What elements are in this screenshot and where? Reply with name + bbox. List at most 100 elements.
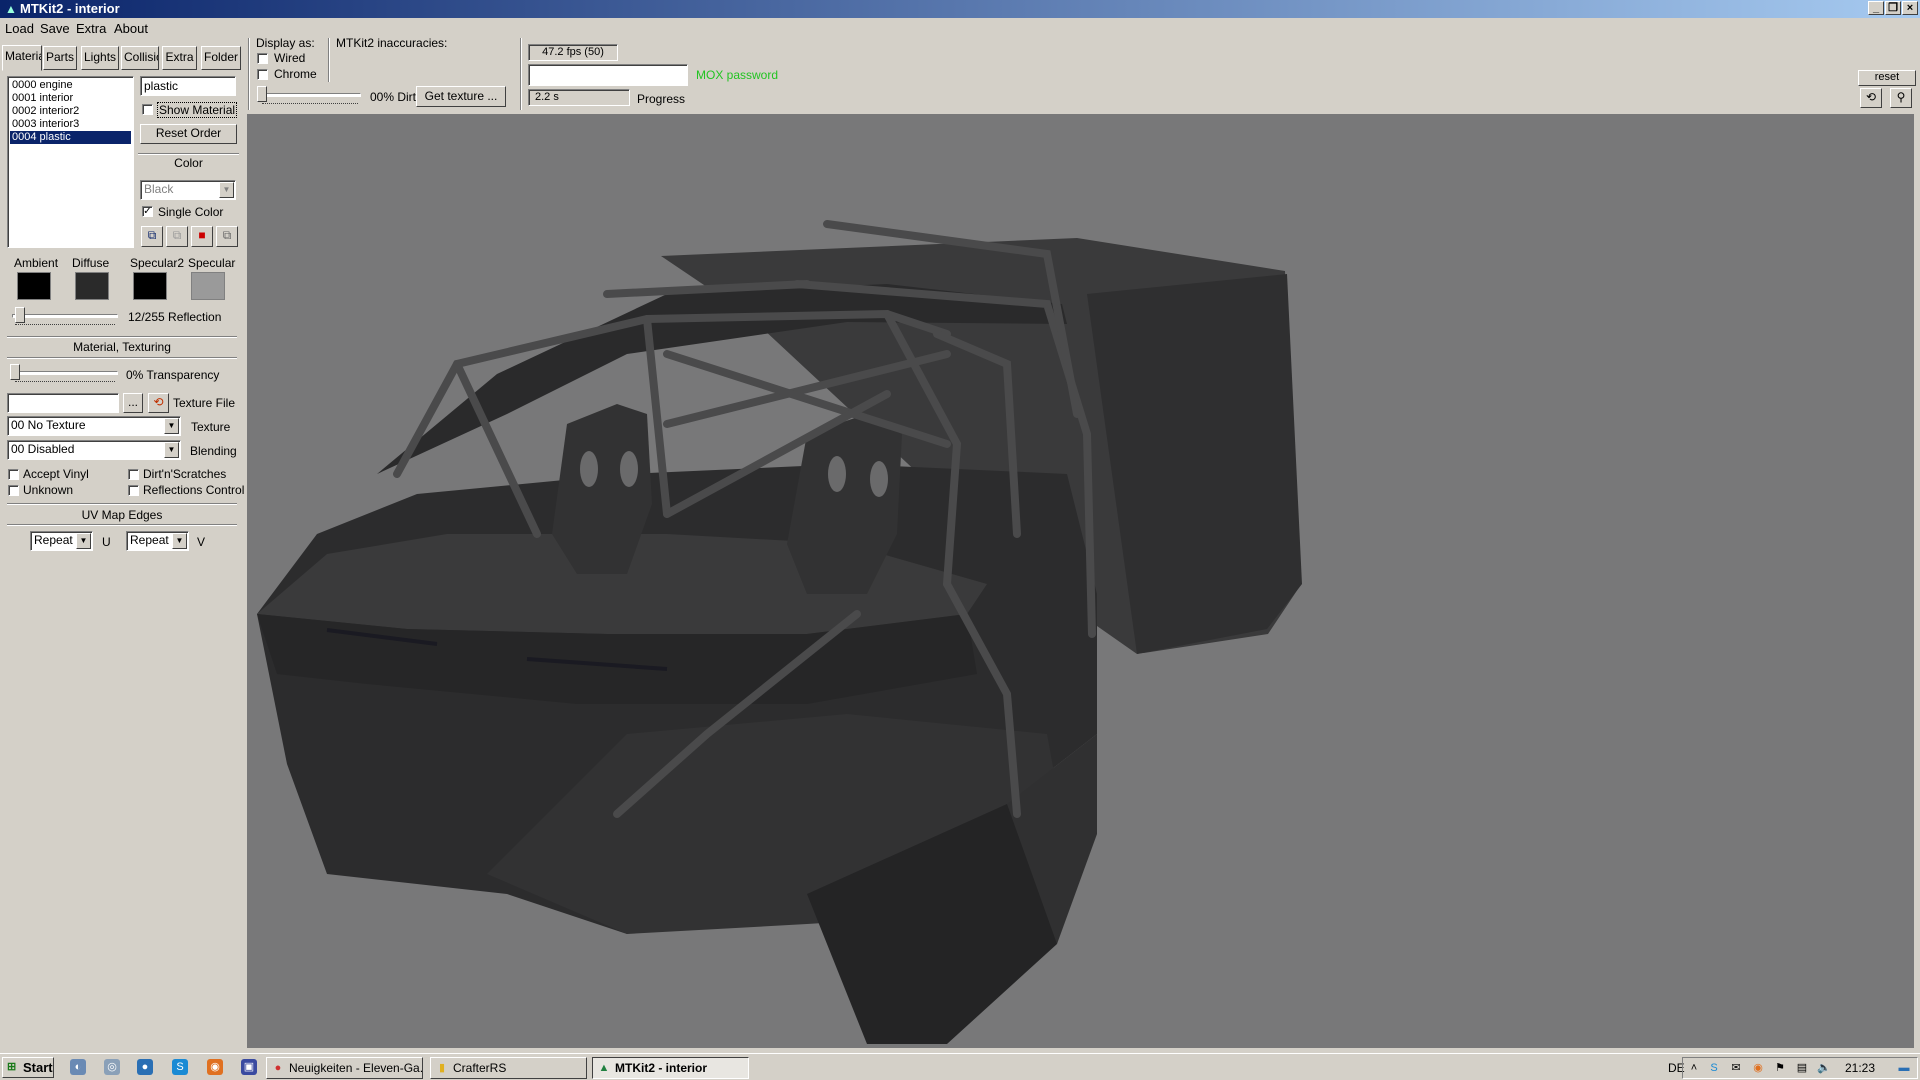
- texture-file-input[interactable]: [7, 393, 119, 413]
- show-desktop-tray-icon[interactable]: ▬: [1897, 1061, 1911, 1075]
- chevron-down-icon[interactable]: ▼: [172, 533, 187, 549]
- reset-order-button[interactable]: Reset Order: [140, 124, 237, 144]
- mox-password-label: MOX password: [696, 68, 779, 82]
- tab-folder[interactable]: Folder: [201, 46, 241, 70]
- task-mtkit[interactable]: ▲ MTKit2 - interior: [592, 1057, 749, 1079]
- show-desktop-icon[interactable]: ◐: [70, 1059, 86, 1075]
- accept-vinyl-checkbox[interactable]: [8, 469, 19, 480]
- copy-color-button[interactable]: ⧉: [141, 226, 163, 247]
- slider-track: [12, 314, 118, 318]
- tab-parts[interactable]: Parts: [43, 46, 77, 70]
- mox-password-input[interactable]: [528, 64, 688, 86]
- 3d-viewport[interactable]: [247, 114, 1914, 1048]
- blending-label: Blending: [190, 444, 237, 458]
- firefox-icon[interactable]: ◉: [1751, 1061, 1765, 1075]
- skype-tray-icon[interactable]: S: [1707, 1061, 1721, 1075]
- blending-select[interactable]: 00 Disabled ▼: [7, 440, 181, 460]
- explorer-icon[interactable]: ◎: [104, 1059, 120, 1075]
- reflections-control-checkbox[interactable]: [128, 485, 139, 496]
- refresh-icon: ⟲: [153, 395, 164, 409]
- task-folder[interactable]: ▮ CrafterRS: [430, 1057, 587, 1079]
- slider-thumb[interactable]: [10, 364, 20, 380]
- start-button[interactable]: ⊞ Start: [2, 1057, 54, 1078]
- clock[interactable]: 21:23: [1845, 1061, 1875, 1075]
- divider: [328, 38, 330, 82]
- media-player-icon[interactable]: ◉: [207, 1059, 223, 1075]
- slider-thumb[interactable]: [257, 86, 267, 102]
- chevron-down-icon[interactable]: ▼: [164, 442, 179, 458]
- close-button[interactable]: ×: [1902, 1, 1918, 15]
- texture-select[interactable]: 00 No Texture ▼: [7, 416, 181, 436]
- uv-v-select[interactable]: Repeat ▼: [126, 531, 189, 551]
- wired-checkbox[interactable]: [257, 53, 268, 64]
- task-browser[interactable]: ● Neuigkeiten - Eleven-Ga...: [266, 1057, 423, 1079]
- car-interior-model: [257, 220, 1302, 1044]
- slider-thumb[interactable]: [15, 307, 25, 323]
- single-color-checkbox[interactable]: ✓: [142, 206, 153, 217]
- list-item[interactable]: 0000 engine: [10, 79, 131, 92]
- tab-materials[interactable]: Materia: [2, 45, 42, 71]
- chrome-checkbox[interactable]: [257, 69, 268, 80]
- color-palette-button[interactable]: ■: [191, 226, 213, 247]
- title-bar[interactable]: ▲ MTKit2 - interior _ ❐ ×: [0, 0, 1920, 18]
- tab-collision[interactable]: Collisio: [121, 46, 159, 70]
- specular2-swatch[interactable]: [133, 272, 167, 300]
- dirt-scratches-checkbox[interactable]: [128, 469, 139, 480]
- chrome-icon: ●: [274, 1062, 282, 1074]
- chevron-down-icon[interactable]: ▼: [219, 182, 234, 198]
- menu-load[interactable]: Load: [5, 21, 34, 36]
- app-shortcut-icon[interactable]: ▣: [241, 1059, 257, 1075]
- list-item-selected[interactable]: 0004 plastic: [10, 131, 131, 144]
- diffuse-swatch[interactable]: [75, 272, 109, 300]
- duplicate-button[interactable]: ⧉: [216, 226, 238, 247]
- list-item[interactable]: 0003 interior3: [10, 118, 131, 131]
- chevron-down-icon[interactable]: ▼: [76, 533, 91, 549]
- dirt-slider[interactable]: [257, 86, 363, 106]
- tab-extra[interactable]: Extra: [162, 46, 197, 70]
- minimize-button[interactable]: _: [1868, 1, 1884, 15]
- material-name-input[interactable]: plastic: [140, 76, 236, 96]
- progress-label: Progress: [637, 92, 686, 106]
- menu-about[interactable]: About: [114, 21, 148, 36]
- refresh-texture-button[interactable]: ⟲: [148, 393, 169, 413]
- slider-ticks: [15, 324, 115, 327]
- show-material-checkbox[interactable]: [142, 104, 153, 115]
- start-label: Start: [23, 1060, 53, 1075]
- paste-color-button[interactable]: ⧉: [166, 226, 188, 247]
- reflection-slider[interactable]: [10, 307, 120, 327]
- specular-swatch[interactable]: [191, 272, 225, 300]
- wired-label: Wired: [274, 51, 306, 65]
- flag-icon[interactable]: ⚑: [1773, 1061, 1787, 1075]
- steam-icon[interactable]: ●: [137, 1059, 153, 1075]
- uv-u-value: Repeat: [34, 533, 73, 547]
- list-item[interactable]: 0001 interior: [10, 92, 131, 105]
- get-texture-button[interactable]: Get texture ...: [416, 86, 506, 107]
- mail-icon[interactable]: ✉: [1729, 1061, 1743, 1075]
- volume-icon[interactable]: 🔈: [1817, 1061, 1831, 1075]
- unknown-checkbox[interactable]: [8, 485, 19, 496]
- list-item[interactable]: 0002 interior2: [10, 105, 131, 118]
- rotate-view-button[interactable]: ⟲: [1860, 88, 1882, 108]
- time-display: 2.2 s: [528, 89, 630, 106]
- windows-logo-icon: ⊞: [7, 1061, 17, 1073]
- tab-lights[interactable]: Lights: [81, 46, 119, 70]
- zoom-button[interactable]: ⚲: [1890, 88, 1912, 108]
- browse-button[interactable]: ...: [123, 393, 143, 413]
- skype-icon[interactable]: S: [172, 1059, 188, 1075]
- ambient-swatch[interactable]: [17, 272, 51, 300]
- color-select[interactable]: Black ▼: [140, 180, 236, 200]
- chrome-label: Chrome: [274, 67, 317, 81]
- divider: [248, 38, 250, 110]
- system-tray: ˄ S ✉ ◉ ⚑ ▤ 🔈 21:23 ▬: [1682, 1057, 1918, 1079]
- chevron-up-icon[interactable]: ˄: [1687, 1061, 1701, 1075]
- material-list[interactable]: 0000 engine 0001 interior 0002 interior2…: [7, 76, 134, 248]
- uv-u-select[interactable]: Repeat ▼: [30, 531, 93, 551]
- chevron-down-icon[interactable]: ▼: [164, 418, 179, 434]
- inaccuracies-label: MTKit2 inaccuracies:: [336, 36, 448, 50]
- maximize-button[interactable]: ❐: [1885, 1, 1901, 15]
- menu-save[interactable]: Save: [40, 21, 70, 36]
- transparency-slider[interactable]: [10, 364, 120, 384]
- reset-button[interactable]: reset: [1858, 70, 1916, 86]
- menu-extra[interactable]: Extra: [76, 21, 106, 36]
- network-icon[interactable]: ▤: [1795, 1061, 1809, 1075]
